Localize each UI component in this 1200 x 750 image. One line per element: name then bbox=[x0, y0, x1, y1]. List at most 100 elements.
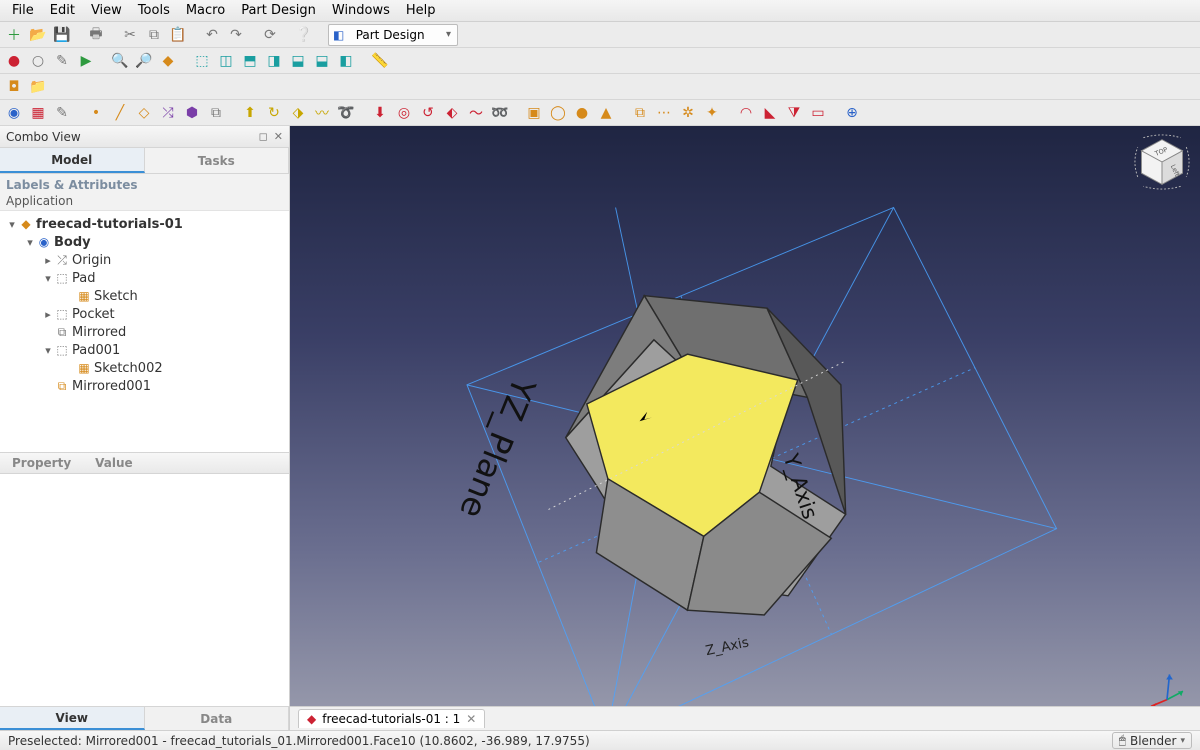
polar-pattern-icon[interactable]: ✲ bbox=[678, 103, 698, 123]
front-view-icon[interactable]: ◫ bbox=[216, 51, 236, 71]
tree-mirrored[interactable]: ⧉ Mirrored bbox=[2, 323, 287, 341]
expander-icon[interactable]: ▾ bbox=[42, 344, 54, 357]
fit-all-icon[interactable]: 🔍 bbox=[110, 51, 130, 71]
box-add-icon[interactable]: ▣ bbox=[524, 103, 544, 123]
loft-add-icon[interactable]: ⬗ bbox=[288, 103, 308, 123]
expander-icon[interactable]: ▸ bbox=[42, 308, 54, 321]
tree-body[interactable]: ▾ ◉ Body bbox=[2, 233, 287, 251]
menu-tools[interactable]: Tools bbox=[130, 1, 178, 20]
shapebinder-icon[interactable]: ⬢ bbox=[182, 103, 202, 123]
model-tree[interactable]: ▾ ◆ freecad-tutorials-01 ▾ ◉ Body ▸ ⤮ Or… bbox=[0, 210, 289, 452]
pocket-icon[interactable]: ⬇ bbox=[370, 103, 390, 123]
fillet-icon[interactable]: ◠ bbox=[736, 103, 756, 123]
paste-icon[interactable]: 📋 bbox=[168, 25, 188, 45]
draft-icon[interactable]: ⧩ bbox=[784, 103, 804, 123]
open-file-icon[interactable]: 📂 bbox=[28, 25, 48, 45]
tree-mirrored001[interactable]: ⧉ Mirrored001 bbox=[2, 377, 287, 395]
revolution-icon[interactable]: ↻ bbox=[264, 103, 284, 123]
document-tab[interactable]: ◆ freecad-tutorials-01 : 1 ✕ bbox=[298, 709, 485, 728]
menu-windows[interactable]: Windows bbox=[324, 1, 398, 20]
print-icon[interactable]: 🖶 bbox=[86, 25, 106, 45]
navigation-cube[interactable]: TOP Left bbox=[1134, 134, 1190, 190]
measure-icon[interactable]: 📏 bbox=[370, 51, 390, 71]
new-group-icon[interactable]: 📁 bbox=[28, 77, 48, 97]
tree-pocket[interactable]: ▸ ⬚ Pocket bbox=[2, 305, 287, 323]
multitransform-icon[interactable]: ✦ bbox=[702, 103, 722, 123]
menu-view[interactable]: View bbox=[83, 1, 130, 20]
expander-icon[interactable]: ▾ bbox=[42, 272, 54, 285]
tree-sketch002[interactable]: ▦ Sketch002 bbox=[2, 359, 287, 377]
menu-edit[interactable]: Edit bbox=[42, 1, 83, 20]
menu-file[interactable]: File bbox=[4, 1, 42, 20]
tree-sketch[interactable]: ▦ Sketch bbox=[2, 287, 287, 305]
tree-origin[interactable]: ▸ ⤮ Origin bbox=[2, 251, 287, 269]
pad-icon[interactable]: ⬆ bbox=[240, 103, 260, 123]
refresh-icon[interactable]: ⟳ bbox=[260, 25, 280, 45]
property-body[interactable] bbox=[0, 474, 289, 707]
menu-help[interactable]: Help bbox=[398, 1, 444, 20]
edit-sketch-icon[interactable]: ✎ bbox=[52, 103, 72, 123]
new-body-icon[interactable]: ◘ bbox=[4, 77, 24, 97]
mirrored-icon[interactable]: ⧉ bbox=[630, 103, 650, 123]
groove-icon[interactable]: ↺ bbox=[418, 103, 438, 123]
create-body-icon[interactable]: ◉ bbox=[4, 103, 24, 123]
datum-point-icon[interactable]: • bbox=[86, 103, 106, 123]
linear-pattern-icon[interactable]: ⋯ bbox=[654, 103, 674, 123]
expander-icon[interactable]: ▾ bbox=[6, 218, 18, 231]
save-icon[interactable]: 💾 bbox=[52, 25, 72, 45]
cone-add-icon[interactable]: ▲ bbox=[596, 103, 616, 123]
sweep-sub-icon[interactable]: 〜 bbox=[466, 103, 486, 123]
panel-close-icon[interactable]: ✕ bbox=[274, 130, 283, 143]
3d-viewport[interactable]: YZ_Plane Y_Axis Z_Axis ne TOP Left bbox=[290, 126, 1200, 730]
sweep-add-icon[interactable]: 〰 bbox=[312, 103, 332, 123]
new-sketch-icon[interactable]: ▦ bbox=[28, 103, 48, 123]
combo-view-titlebar[interactable]: Combo View ◻ ✕ bbox=[0, 126, 289, 148]
sphere-add-icon[interactable]: ● bbox=[572, 103, 592, 123]
tree-pad[interactable]: ▾ ⬚ Pad bbox=[2, 269, 287, 287]
boolean-icon[interactable]: ⊕ bbox=[842, 103, 862, 123]
redo-icon[interactable]: ↷ bbox=[226, 25, 246, 45]
cylinder-add-icon[interactable]: ◯ bbox=[548, 103, 568, 123]
new-file-icon[interactable]: ＋ bbox=[4, 25, 24, 45]
cut-icon[interactable]: ✂ bbox=[120, 25, 140, 45]
record-macro-icon[interactable]: ● bbox=[4, 51, 24, 71]
expander-icon[interactable]: ▸ bbox=[42, 254, 54, 267]
datum-plane-icon[interactable]: ◇ bbox=[134, 103, 154, 123]
hole-icon[interactable]: ◎ bbox=[394, 103, 414, 123]
tree-document[interactable]: ▾ ◆ freecad-tutorials-01 bbox=[2, 215, 287, 233]
datum-line-icon[interactable]: ╱ bbox=[110, 103, 130, 123]
menu-macro[interactable]: Macro bbox=[178, 1, 233, 20]
fit-selection-icon[interactable]: 🔎 bbox=[134, 51, 154, 71]
copy-icon[interactable]: ⧉ bbox=[144, 25, 164, 45]
bottom-view-icon[interactable]: ⬓ bbox=[312, 51, 332, 71]
tab-tasks[interactable]: Tasks bbox=[145, 148, 290, 173]
thickness-icon[interactable]: ▭ bbox=[808, 103, 828, 123]
rear-view-icon[interactable]: ⬓ bbox=[288, 51, 308, 71]
expander-icon[interactable]: ▾ bbox=[24, 236, 36, 249]
loft-sub-icon[interactable]: ⬖ bbox=[442, 103, 462, 123]
tab-view[interactable]: View bbox=[0, 707, 145, 730]
chamfer-icon[interactable]: ◣ bbox=[760, 103, 780, 123]
whatsthis-icon[interactable]: ❔ bbox=[294, 25, 314, 45]
workbench-selector[interactable]: ◧ Part Design ▾ bbox=[328, 24, 458, 46]
helix-add-icon[interactable]: ➰ bbox=[336, 103, 356, 123]
top-view-icon[interactable]: ⬒ bbox=[240, 51, 260, 71]
lcs-icon[interactable]: ⤮ bbox=[158, 103, 178, 123]
draw-style-icon[interactable]: ◆ bbox=[158, 51, 178, 71]
undo-icon[interactable]: ↶ bbox=[202, 25, 222, 45]
tree-pad001[interactable]: ▾ ⬚ Pad001 bbox=[2, 341, 287, 359]
run-macro-icon[interactable]: ▶ bbox=[76, 51, 96, 71]
iso-view-icon[interactable]: ⬚ bbox=[192, 51, 212, 71]
edit-macro-icon[interactable]: ✎ bbox=[52, 51, 72, 71]
clone-icon[interactable]: ⧉ bbox=[206, 103, 226, 123]
close-doc-icon[interactable]: ✕ bbox=[466, 712, 476, 726]
tab-data[interactable]: Data bbox=[145, 707, 290, 730]
tab-model[interactable]: Model bbox=[0, 148, 145, 173]
right-view-icon[interactable]: ◨ bbox=[264, 51, 284, 71]
stop-macro-icon[interactable]: ○ bbox=[28, 51, 48, 71]
menu-partdesign[interactable]: Part Design bbox=[233, 1, 324, 20]
nav-style-selector[interactable]: 🖱 Blender ▾ bbox=[1112, 732, 1192, 749]
panel-float-icon[interactable]: ◻ bbox=[259, 130, 268, 143]
left-view-icon[interactable]: ◧ bbox=[336, 51, 356, 71]
helix-sub-icon[interactable]: ➿ bbox=[490, 103, 510, 123]
